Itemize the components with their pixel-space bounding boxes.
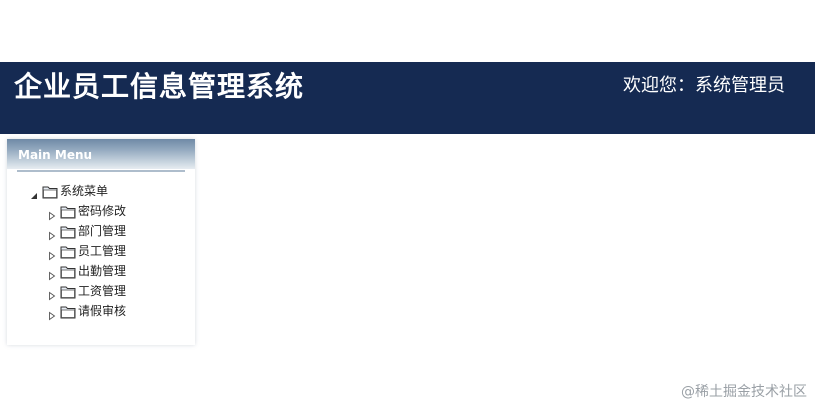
folder-icon — [60, 304, 76, 319]
folder-icon — [60, 284, 76, 299]
folder-icon — [42, 184, 58, 199]
page: 企业员工信息管理系统 欢迎您：系统管理员 Main Menu 系统菜单 密码修改… — [0, 0, 815, 407]
tree-item-label: 部门管理 — [78, 224, 127, 238]
collapsed-triangle-icon[interactable] — [47, 226, 57, 241]
watermark: @稀土掘金技术社区 — [681, 384, 807, 400]
collapsed-triangle-icon[interactable] — [47, 206, 57, 221]
tree-item-label: 密码修改 — [78, 204, 127, 218]
tree-root-system-menu[interactable]: 系统菜单 — [29, 182, 108, 200]
tree-item-label: 员工管理 — [78, 244, 127, 258]
app-header: 企业员工信息管理系统 欢迎您：系统管理员 — [0, 62, 815, 134]
tree-item-salary-management[interactable]: 工资管理 — [47, 282, 127, 301]
app-title: 企业员工信息管理系统 — [14, 70, 305, 103]
menu-divider — [17, 170, 185, 172]
folder-icon — [60, 264, 76, 279]
tree-item-label: 工资管理 — [78, 284, 127, 298]
collapsed-triangle-icon[interactable] — [47, 246, 57, 261]
tree-item-password-change[interactable]: 密码修改 — [47, 202, 127, 221]
tree-item-department-management[interactable]: 部门管理 — [47, 222, 127, 241]
welcome-message: 欢迎您：系统管理员 — [623, 75, 785, 96]
folder-icon — [60, 244, 76, 259]
main-menu-panel: Main Menu 系统菜单 密码修改 部门管理 员工管理 出勤管理 工资管理 … — [7, 139, 195, 345]
menu-title: Main Menu — [18, 148, 93, 162]
folder-icon — [60, 204, 76, 219]
tree-item-attendance-management[interactable]: 出勤管理 — [47, 262, 127, 281]
tree-item-label: 出勤管理 — [78, 264, 127, 278]
menu-header: Main Menu — [7, 139, 195, 169]
expanded-triangle-icon[interactable] — [29, 186, 39, 199]
folder-icon — [60, 224, 76, 239]
collapsed-triangle-icon[interactable] — [47, 306, 57, 321]
tree-item-leave-approval[interactable]: 请假审核 — [47, 302, 127, 321]
tree-item-label: 请假审核 — [78, 304, 127, 318]
tree-item-employee-management[interactable]: 员工管理 — [47, 242, 127, 261]
tree-root-label: 系统菜单 — [60, 184, 109, 198]
collapsed-triangle-icon[interactable] — [47, 266, 57, 281]
collapsed-triangle-icon[interactable] — [47, 286, 57, 301]
